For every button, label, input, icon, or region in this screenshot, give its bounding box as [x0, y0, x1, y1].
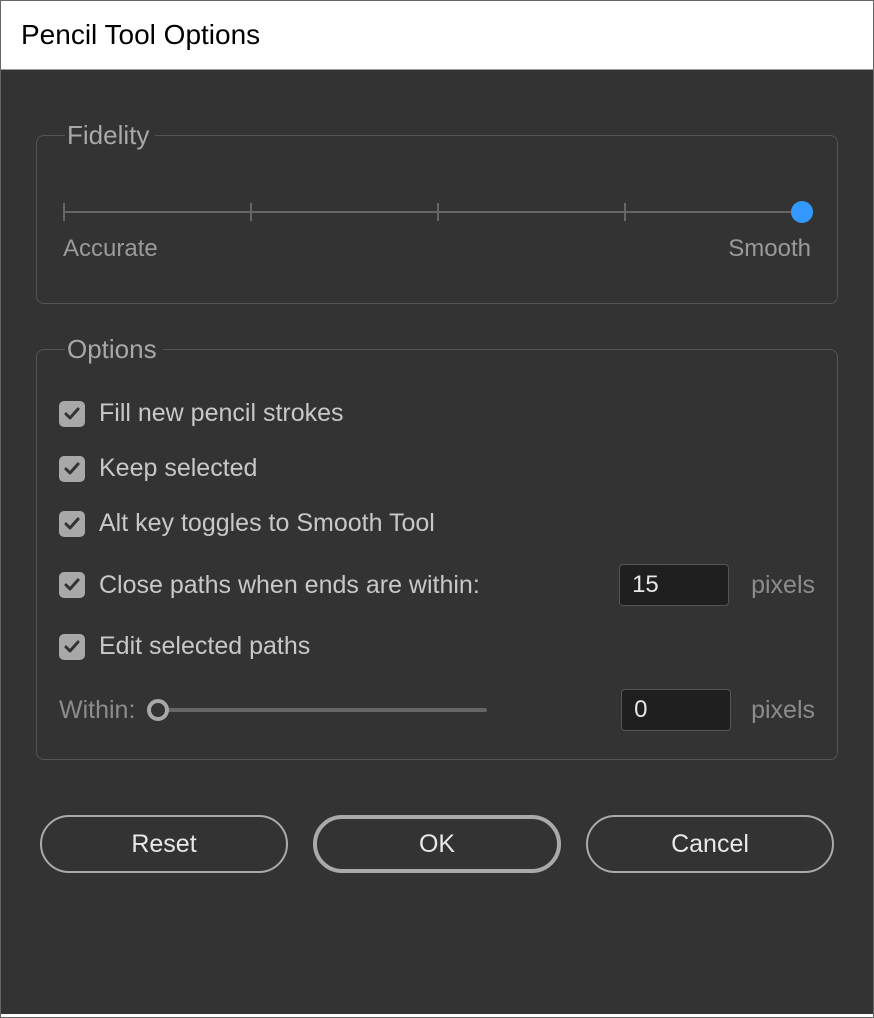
fidelity-tick: [250, 203, 252, 221]
within-slider[interactable]: [147, 698, 487, 722]
ok-button[interactable]: OK: [313, 815, 561, 873]
check-icon: [63, 460, 81, 478]
dialog-button-row: Reset OK Cancel: [36, 815, 838, 873]
fidelity-label-right: Smooth: [728, 235, 811, 263]
alt-smooth-checkbox[interactable]: [59, 511, 85, 537]
dialog-title: Pencil Tool Options: [1, 1, 873, 70]
alt-smooth-label: Alt key toggles to Smooth Tool: [99, 509, 435, 538]
fill-strokes-label: Fill new pencil strokes: [99, 399, 344, 428]
fidelity-group: Fidelity Accurate Smooth: [36, 120, 838, 304]
dialog-body: Fidelity Accurate Smooth Options Fill ne…: [1, 70, 873, 1014]
within-label: Within:: [59, 696, 135, 725]
close-paths-label: Close paths when ends are within:: [99, 571, 480, 600]
within-unit: pixels: [751, 696, 815, 725]
keep-selected-checkbox[interactable]: [59, 456, 85, 482]
check-icon: [63, 638, 81, 656]
fidelity-tick: [63, 203, 65, 221]
close-paths-checkbox[interactable]: [59, 572, 85, 598]
fidelity-slider[interactable]: Accurate Smooth: [63, 191, 811, 271]
fill-strokes-checkbox[interactable]: [59, 401, 85, 427]
fidelity-tick: [437, 203, 439, 221]
options-group: Options Fill new pencil strokes Keep sel…: [36, 334, 838, 760]
close-paths-value-input[interactable]: [619, 564, 729, 606]
edit-paths-label: Edit selected paths: [99, 632, 310, 661]
fidelity-slider-thumb[interactable]: [791, 201, 813, 223]
keep-selected-label: Keep selected: [99, 454, 257, 483]
options-legend: Options: [65, 334, 163, 365]
fidelity-tick: [624, 203, 626, 221]
check-icon: [63, 405, 81, 423]
fidelity-label-left: Accurate: [63, 235, 158, 263]
reset-button[interactable]: Reset: [40, 815, 288, 873]
check-icon: [63, 576, 81, 594]
cancel-button[interactable]: Cancel: [586, 815, 834, 873]
edit-paths-checkbox[interactable]: [59, 634, 85, 660]
close-paths-unit: pixels: [751, 571, 815, 600]
within-slider-thumb[interactable]: [147, 699, 169, 721]
fidelity-legend: Fidelity: [65, 120, 155, 151]
within-slider-track: [157, 708, 487, 712]
within-value-input[interactable]: [621, 689, 731, 731]
check-icon: [63, 515, 81, 533]
